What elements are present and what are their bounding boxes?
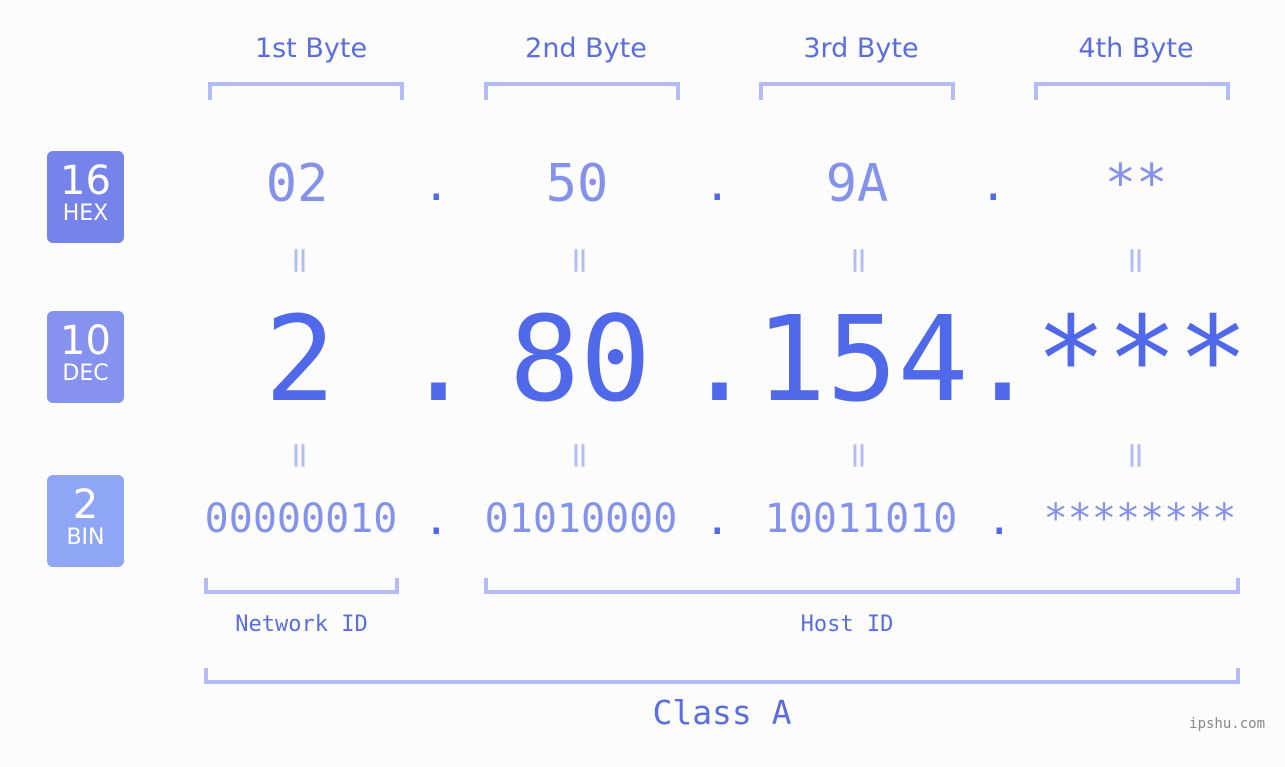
equals-sign: = xyxy=(559,440,601,471)
network-id-bracket xyxy=(204,578,399,594)
dec-value-3: 154 xyxy=(755,290,969,428)
bin-value-1: 00000010 xyxy=(204,496,398,542)
hex-separator: . xyxy=(704,160,731,211)
host-id-label: Host ID xyxy=(800,612,894,637)
hex-separator: . xyxy=(980,160,1007,211)
hex-value-1: 02 xyxy=(265,154,329,214)
equals-sign: = xyxy=(1115,440,1157,471)
equals-sign: = xyxy=(838,245,880,276)
hex-value-4: ** xyxy=(1104,154,1168,214)
byte-bracket-1 xyxy=(208,82,404,100)
byte-label-3: 3rd Byte xyxy=(803,33,919,64)
dec-value-2: 80 xyxy=(508,290,652,428)
network-id-label: Network ID xyxy=(235,612,368,637)
byte-bracket-3 xyxy=(759,82,955,100)
dec-value-4: *** xyxy=(1035,290,1249,428)
dec-badge-label: DEC xyxy=(62,361,109,386)
byte-label-2: 2nd Byte xyxy=(525,33,647,64)
hex-badge-number: 16 xyxy=(60,158,111,204)
dec-badge: 10 DEC xyxy=(47,311,124,403)
equals-sign: = xyxy=(279,440,321,471)
byte-bracket-2 xyxy=(484,82,680,100)
bin-badge-number: 2 xyxy=(72,482,99,528)
hex-separator: . xyxy=(423,160,450,211)
bin-separator: . xyxy=(423,494,450,545)
byte-bracket-4 xyxy=(1034,82,1230,100)
bin-value-2: 01010000 xyxy=(484,496,678,542)
equals-sign: = xyxy=(838,440,880,471)
byte-label-4: 4th Byte xyxy=(1078,33,1194,64)
bin-badge-label: BIN xyxy=(66,525,105,550)
bin-value-3: 10011010 xyxy=(764,496,958,542)
byte-label-1: 1st Byte xyxy=(254,33,368,64)
bin-badge: 2 BIN xyxy=(47,475,124,567)
equals-sign: = xyxy=(279,245,321,276)
watermark: ipshu.com xyxy=(1189,716,1265,732)
equals-sign: = xyxy=(559,245,601,276)
hex-value-3: 9A xyxy=(825,154,889,214)
ip-class-label: Class A xyxy=(652,693,792,732)
hex-badge-label: HEX xyxy=(62,201,109,226)
hex-badge: 16 HEX xyxy=(47,151,124,243)
bin-separator: . xyxy=(704,494,731,545)
dec-value-1: 2 xyxy=(264,290,336,428)
bin-value-4: ******** xyxy=(1043,496,1237,542)
class-bracket xyxy=(204,668,1240,684)
equals-sign: = xyxy=(1115,245,1157,276)
dec-badge-number: 10 xyxy=(60,318,111,364)
host-id-bracket xyxy=(484,578,1240,594)
hex-value-2: 50 xyxy=(545,154,609,214)
bin-separator: . xyxy=(986,494,1013,545)
